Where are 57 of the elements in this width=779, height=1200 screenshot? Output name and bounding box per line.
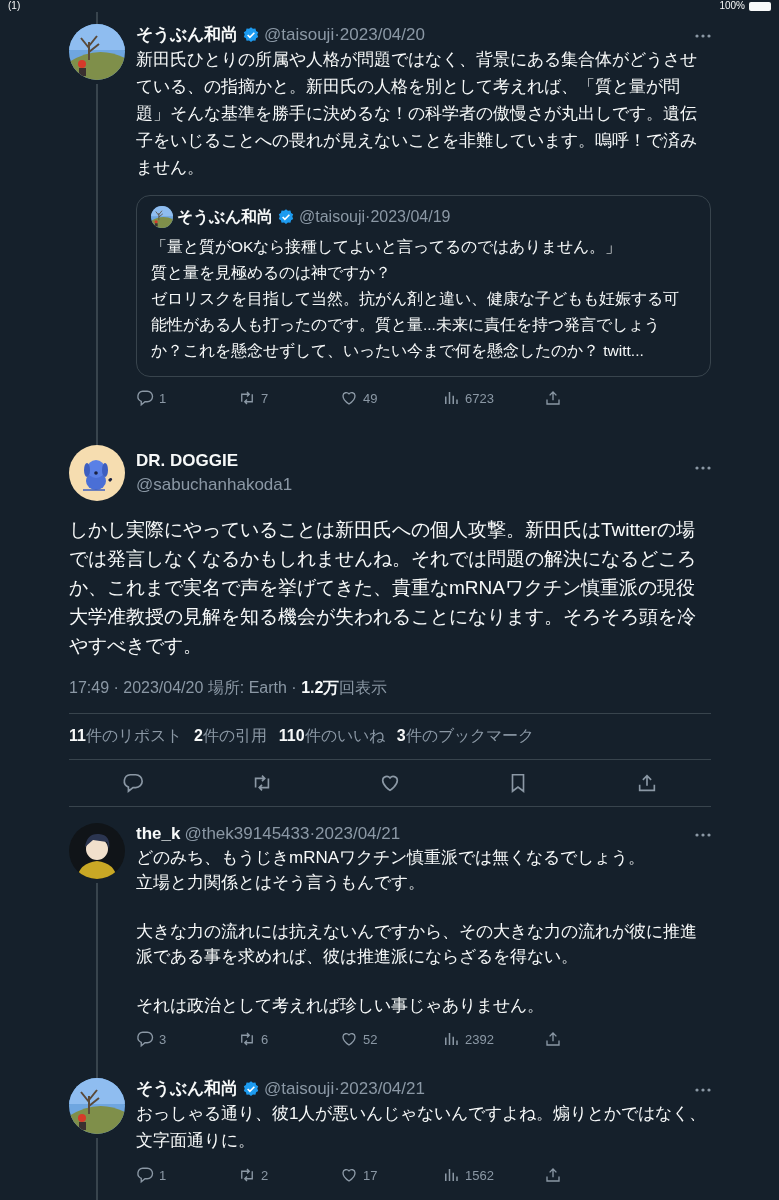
- action-count: 17: [363, 1167, 378, 1183]
- battery-percent: 100%: [719, 1, 745, 11]
- reply-icon[interactable]: [136, 1030, 154, 1048]
- user-name: そうぶん和尚: [177, 207, 273, 228]
- engagement-count[interactable]: 110件のいいね: [278, 726, 385, 747]
- handle-and-date: @thek39145433·2023/04/21: [184, 823, 401, 845]
- tweet-text: おっしゃる通り、彼1人が悪いんじゃないんですよね。煽りとかではなく、文字面通りに。: [136, 1103, 708, 1152]
- tweet-text: しかし実際にやっていることは新田氏への個人攻撃。新田氏はTwitterの場では発言しなくなるかもしれませんね。それでは問題の解決になるどころか、これまで実名で声を挙げてきた、貴重なmRNAワクチン慎重派の現役大学准教授の見解を知る機会が失われることになります。そろそろ頭を冷やすべきです。: [69, 518, 697, 658]
- heart-icon[interactable]: [340, 1166, 358, 1184]
- engagement-count[interactable]: 2件の引用: [193, 726, 267, 747]
- action-count: 2392: [465, 1031, 494, 1047]
- engagement-count[interactable]: 3件のブックマーク: [396, 726, 534, 747]
- action-count: 7: [261, 390, 269, 406]
- user-name[interactable]: DR. DOGGIE: [136, 449, 293, 473]
- share-icon[interactable]: [544, 389, 562, 407]
- handle-and-date: @taisouji·2023/04/19: [299, 207, 451, 227]
- quoted-tweet[interactable]: そうぶん和尚 @taisouji·2023/04/19 「量と質がOKなら接種してよいと言ってるのではありません。」 質と量を見極めるのは神ですか？ ゼロリスクを目指して当然。抗がん剤と違い、健康な子どもも妊娠する可能性がある人も打ったのです。質と量...未来に責任を持つ発言でしょうか？これを懸念せずして、いったい今まで何を懸念したのか？ twitt...: [136, 195, 711, 377]
- action-count: 6: [261, 1031, 269, 1047]
- quote-text: 質と量を見極めるのは神ですか？: [151, 263, 392, 283]
- bar-chart-icon[interactable]: [442, 1166, 460, 1184]
- quote-text: 「量と質がOKなら接種してよいと言ってるのではありません。」: [151, 237, 623, 257]
- share-icon[interactable]: [544, 1166, 562, 1184]
- repost-icon[interactable]: [238, 389, 256, 407]
- action-count: 49: [363, 390, 378, 406]
- reply-icon[interactable]: [136, 389, 154, 407]
- reply-icon[interactable]: [136, 1166, 154, 1184]
- tweet-text: どのみち、もうじきmRNAワクチン慎重派では無くなるでしょう。: [136, 847, 647, 869]
- tweet-text: 立場と力関係とはそう言うもんです。: [136, 872, 426, 894]
- repost-icon[interactable]: [238, 1030, 256, 1048]
- heart-icon[interactable]: [340, 1030, 358, 1048]
- engagement-count[interactable]: 11件のリポスト: [69, 726, 182, 747]
- action-count: 1: [159, 390, 167, 406]
- action-count: 2: [261, 1167, 269, 1183]
- action-count: 52: [363, 1031, 378, 1047]
- heart-icon[interactable]: [340, 389, 358, 407]
- action-count: 1562: [465, 1167, 494, 1183]
- tweet-info: 17:49 · 2023/04/20 場所: Earth · 1.2万回表示: [69, 678, 711, 714]
- action-count: 6723: [465, 390, 494, 406]
- action-count: 3: [159, 1031, 167, 1047]
- battery-icon: [749, 1, 771, 11]
- user-name[interactable]: そうぶん和尚: [136, 24, 238, 46]
- bar-chart-icon[interactable]: [442, 1030, 460, 1048]
- tweet-text: 新田氏ひとりの所属や人格が問題ではなく、背景にある集合体がどうさせている、の指摘かと。新田氏の人格を別として考えれば、「質と量が問題」そんな基準を勝手に決めるな！の科学者の傲慢さが丸出しです。遺伝子をいじることへの畏れが見えないことを非難しています。嗚呼！で済みません。: [136, 49, 698, 179]
- handle-and-date: @taisouji·2023/04/20: [264, 24, 425, 46]
- tweet-text: 大きな力の流れには抗えないんですから、その大きな力の流れが彼に推進派である事を求めれば、彼は推進派にならざるを得ない。: [136, 921, 698, 968]
- share-icon[interactable]: [544, 1030, 562, 1048]
- user-handle: @sabuchanhakoda1: [136, 474, 293, 496]
- action-count: 1: [159, 1167, 167, 1183]
- user-name[interactable]: そうぶん和尚: [136, 1078, 238, 1100]
- bar-chart-icon[interactable]: [442, 389, 460, 407]
- handle-and-date: @taisouji·2023/04/21: [264, 1078, 425, 1100]
- tweet-text: それは政治として考えれば珍しい事じゃありません。: [136, 995, 545, 1017]
- user-name[interactable]: the_k: [136, 823, 181, 845]
- status-text: (1): [8, 1, 21, 11]
- reply-icon[interactable]: [122, 772, 145, 794]
- quote-text: ゼロリスクを目指して当然。抗がん剤と違い、健康な子どもも妊娠する可能性がある人も打ったのです。質と量...未来に責任を持つ発言でしょうか？これを懸念せずして、いったい今まで何を懸念したのか？ twitt...: [151, 289, 680, 361]
- repost-icon[interactable]: [238, 1166, 256, 1184]
